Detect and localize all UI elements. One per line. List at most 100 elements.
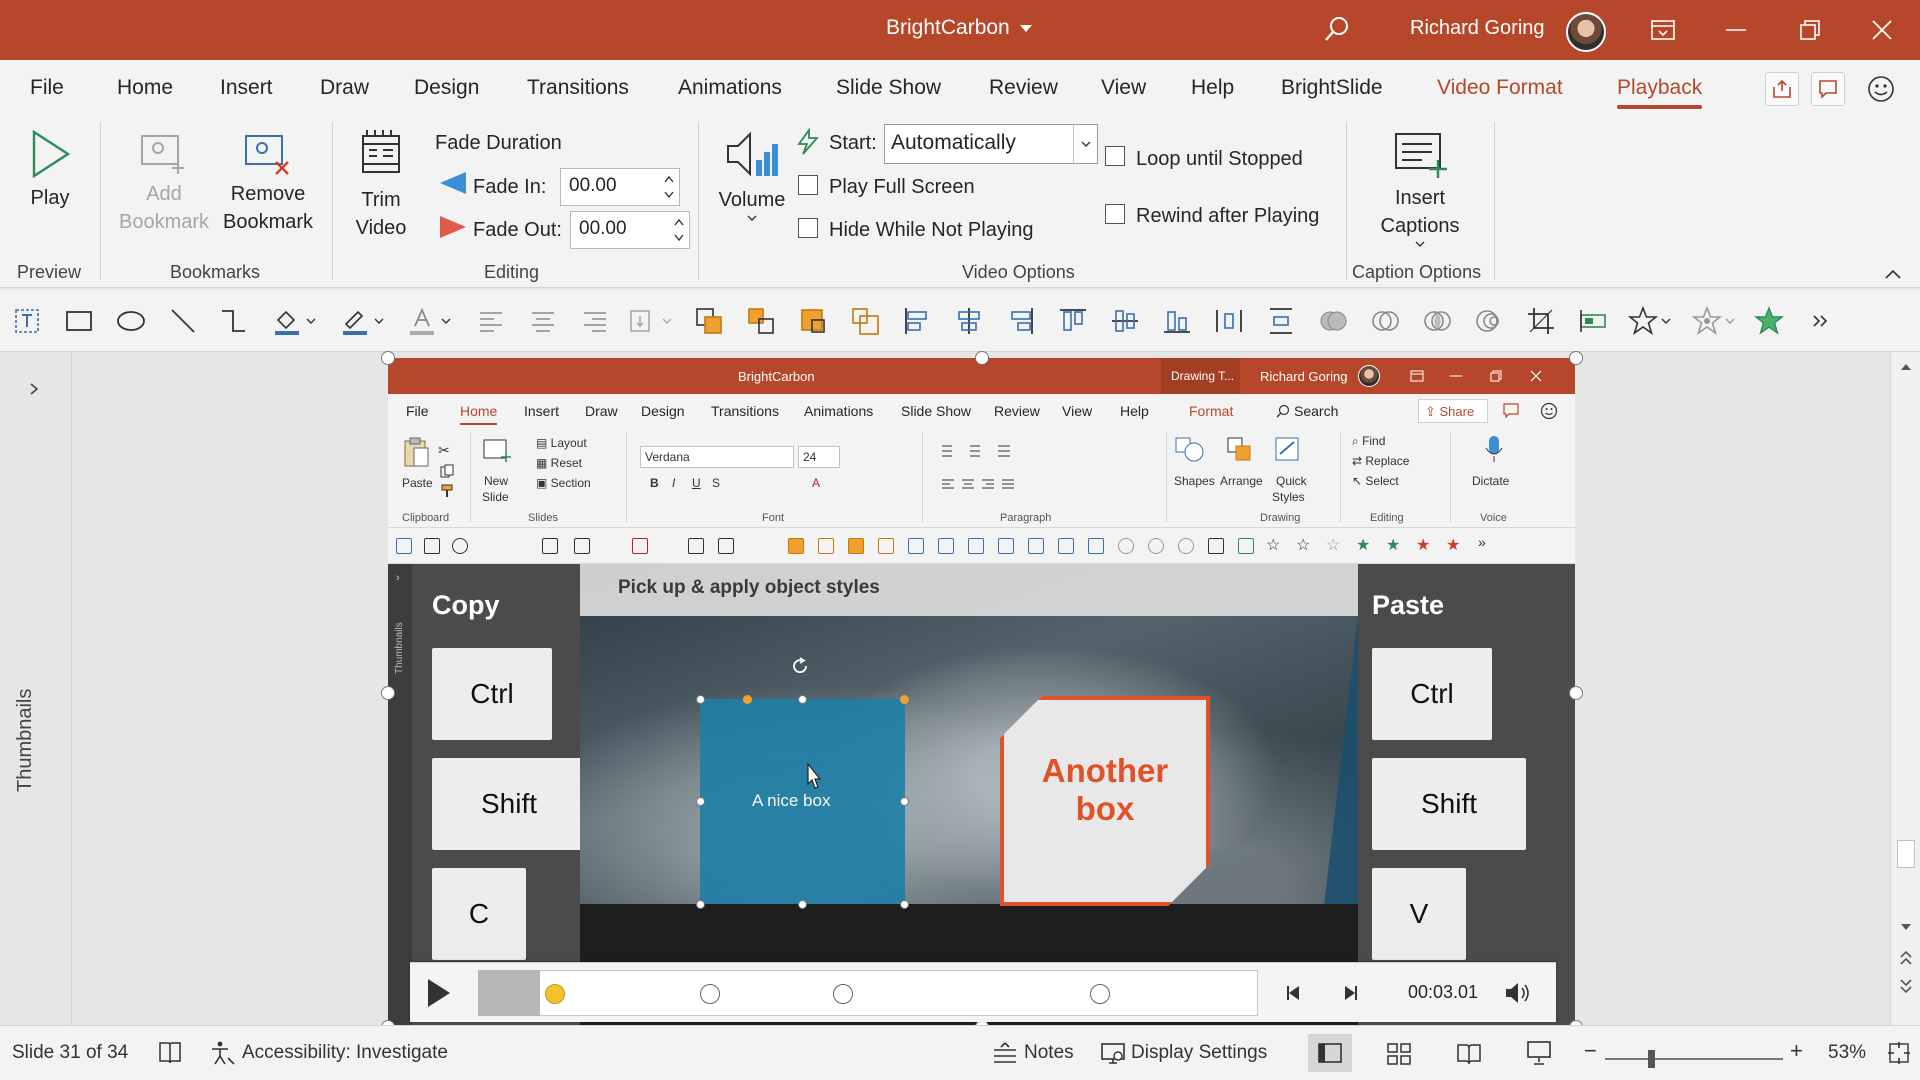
- spin-up-icon[interactable]: [663, 172, 675, 186]
- tab-view[interactable]: View: [1101, 76, 1146, 100]
- text-direction-icon[interactable]: [626, 304, 660, 338]
- star-icon[interactable]: [1626, 304, 1660, 338]
- align-center-icon[interactable]: [526, 304, 560, 338]
- collapse-ribbon-icon[interactable]: [1884, 268, 1902, 280]
- chevron-down-icon[interactable]: [438, 304, 454, 338]
- chevron-down-icon[interactable]: [1658, 304, 1674, 338]
- add-bookmark-button[interactable]: Add Bookmark: [116, 132, 212, 236]
- oval-icon[interactable]: [114, 304, 148, 338]
- tab-help[interactable]: Help: [1191, 76, 1234, 100]
- fade-out-input[interactable]: 00.00: [570, 211, 690, 249]
- volume-button[interactable]: Volume: [712, 128, 792, 226]
- more-overflow-icon[interactable]: [1804, 304, 1838, 338]
- distribute-vertically-icon[interactable]: [1264, 304, 1298, 338]
- media-play-icon[interactable]: [428, 979, 450, 1007]
- elbow-connector-icon[interactable]: [216, 304, 250, 338]
- bring-forward-icon[interactable]: [692, 304, 726, 338]
- align-objects-middle-icon[interactable]: [1108, 304, 1142, 338]
- spin-down-icon[interactable]: [663, 188, 675, 202]
- slide-counter[interactable]: Slide 31 of 34: [12, 1042, 128, 1064]
- send-to-back-icon[interactable]: [848, 304, 882, 338]
- line-icon[interactable]: [166, 304, 200, 338]
- hide-while-not-playing-checkbox[interactable]: [798, 218, 818, 238]
- tab-playback[interactable]: Playback: [1617, 76, 1703, 109]
- display-settings-icon[interactable]: [1100, 1042, 1126, 1066]
- move-forward-icon[interactable]: [1340, 983, 1360, 1003]
- feedback-smiley-icon[interactable]: [1864, 72, 1898, 106]
- user-name[interactable]: Richard Goring: [1410, 17, 1545, 40]
- bookmark[interactable]: [1090, 984, 1110, 1004]
- resize-handle-left[interactable]: [381, 686, 395, 700]
- minimize-icon[interactable]: [1718, 12, 1754, 48]
- green-star-icon[interactable]: [1752, 304, 1786, 338]
- zoom-slider-thumb[interactable]: [1648, 1050, 1655, 1068]
- star-settings-icon[interactable]: [1690, 304, 1724, 338]
- tab-insert[interactable]: Insert: [220, 76, 273, 100]
- align-objects-center-icon[interactable]: [952, 304, 986, 338]
- tab-home[interactable]: Home: [117, 76, 173, 100]
- crop-icon[interactable]: [1524, 304, 1558, 338]
- search-icon[interactable]: [1322, 14, 1352, 49]
- shape-outline-icon[interactable]: [338, 304, 372, 338]
- chevron-down-icon[interactable]: [371, 304, 387, 338]
- merge-subtract-icon[interactable]: [1472, 304, 1506, 338]
- media-volume-icon[interactable]: [1504, 980, 1532, 1006]
- display-settings-button[interactable]: Display Settings: [1131, 1042, 1267, 1064]
- chevron-down-icon[interactable]: [1722, 304, 1738, 338]
- align-right-icon[interactable]: [578, 304, 612, 338]
- media-timeline[interactable]: [478, 970, 1258, 1016]
- tab-slide-show[interactable]: Slide Show: [836, 76, 941, 100]
- send-backward-icon[interactable]: [744, 304, 778, 338]
- align-left-icon[interactable]: [474, 304, 508, 338]
- bring-to-front-icon[interactable]: [796, 304, 830, 338]
- align-objects-left-icon[interactable]: [900, 304, 934, 338]
- align-objects-top-icon[interactable]: [1056, 304, 1090, 338]
- scroll-down-icon[interactable]: [1899, 922, 1913, 932]
- spelling-check-icon[interactable]: [158, 1040, 182, 1066]
- close-icon[interactable]: [1864, 12, 1900, 48]
- fit-to-window-icon[interactable]: [1886, 1040, 1912, 1066]
- merge-intersect-icon[interactable]: [1420, 304, 1454, 338]
- previous-slide-icon[interactable]: [1899, 950, 1913, 966]
- tab-brightslide[interactable]: BrightSlide: [1281, 76, 1383, 100]
- merge-combine-icon[interactable]: [1368, 304, 1402, 338]
- zoom-out-icon[interactable]: −: [1584, 1038, 1597, 1064]
- start-dropdown[interactable]: Automatically: [884, 124, 1098, 164]
- ribbon-display-options-icon[interactable]: [1645, 12, 1681, 48]
- tab-video-format[interactable]: Video Format: [1437, 76, 1563, 100]
- resize-handle-top[interactable]: [975, 351, 989, 365]
- resize-handle-top-left[interactable]: [381, 351, 395, 365]
- accessibility-status[interactable]: Accessibility: Investigate: [242, 1042, 448, 1064]
- zoom-slider[interactable]: [1605, 1058, 1783, 1060]
- scrollbar-thumb[interactable]: [1897, 840, 1915, 868]
- normal-view-button[interactable]: [1308, 1034, 1352, 1072]
- play-button[interactable]: Play: [22, 128, 78, 212]
- shape-fill-icon[interactable]: [270, 304, 304, 338]
- scroll-up-icon[interactable]: [1899, 362, 1913, 372]
- next-slide-icon[interactable]: [1899, 978, 1913, 994]
- tab-draw[interactable]: Draw: [320, 76, 369, 100]
- embedded-video[interactable]: BrightCarbon Drawing T... Richard Goring…: [388, 358, 1575, 1028]
- remove-bookmark-button[interactable]: Remove Bookmark: [218, 132, 318, 236]
- distribute-horizontally-icon[interactable]: [1212, 304, 1246, 338]
- share-icon[interactable]: [1765, 72, 1799, 106]
- spin-up-icon[interactable]: [673, 215, 685, 229]
- expand-thumbnails-icon[interactable]: [28, 382, 40, 396]
- current-bookmark[interactable]: [545, 984, 565, 1004]
- zoom-in-icon[interactable]: +: [1790, 1038, 1803, 1064]
- align-to-slide-icon[interactable]: [1576, 304, 1610, 338]
- align-objects-bottom-icon[interactable]: [1160, 304, 1194, 338]
- reading-view-icon[interactable]: [1456, 1042, 1482, 1066]
- rectangle-icon[interactable]: [62, 304, 96, 338]
- tab-file[interactable]: File: [30, 76, 64, 100]
- notes-icon[interactable]: [992, 1042, 1018, 1064]
- fade-in-input[interactable]: 00.00: [560, 168, 680, 206]
- vertical-scrollbar[interactable]: [1890, 352, 1920, 1025]
- loop-until-stopped-checkbox[interactable]: [1105, 146, 1125, 166]
- accessibility-icon[interactable]: [208, 1040, 236, 1066]
- rewind-after-playing-checkbox[interactable]: [1105, 204, 1125, 224]
- tab-transitions[interactable]: Transitions: [527, 76, 629, 100]
- spin-down-icon[interactable]: [673, 231, 685, 245]
- tab-animations[interactable]: Animations: [678, 76, 782, 100]
- document-title[interactable]: BrightCarbon: [886, 16, 1032, 40]
